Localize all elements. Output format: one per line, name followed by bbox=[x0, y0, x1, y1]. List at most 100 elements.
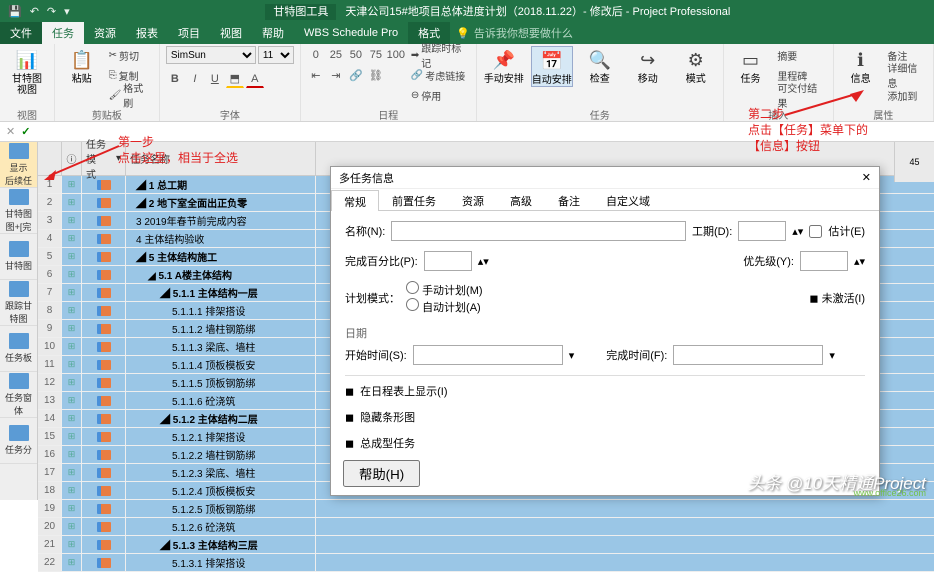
name-field[interactable] bbox=[391, 221, 686, 241]
inactive-indicator[interactable]: ◼ 未激活(I) bbox=[809, 290, 865, 306]
quick-access-toolbar: 💾 ↶ ↷ ▾ bbox=[8, 5, 70, 18]
tab-project[interactable]: 项目 bbox=[168, 22, 210, 44]
qat-more-icon[interactable]: ▾ bbox=[64, 5, 70, 18]
outdent-button[interactable]: ⇤ bbox=[307, 66, 325, 84]
annotation-step1: 第一步点击这里，相当于全选 bbox=[118, 134, 238, 166]
task-row[interactable]: 22⊞5.1.3.1 排架搭设 bbox=[38, 554, 934, 572]
show-timeline-checkbox[interactable]: ◼ bbox=[345, 385, 354, 398]
manual-schedule-button[interactable]: 📌手动安排 bbox=[483, 46, 525, 85]
view-bar-item[interactable]: 跟踪甘 特图 bbox=[0, 280, 37, 326]
tell-me-search[interactable]: 💡 告诉我你想要做什么 bbox=[456, 22, 573, 44]
move-button[interactable]: ↪移动 bbox=[627, 46, 669, 85]
start-dropdown-icon[interactable]: ▾ bbox=[569, 349, 575, 362]
dialog-title: 多任务信息 bbox=[339, 170, 394, 186]
information-button[interactable]: ℹ信息 bbox=[840, 46, 882, 85]
confirm-icon[interactable]: ✓ bbox=[21, 125, 30, 138]
dtab-custom[interactable]: 自定义域 bbox=[593, 189, 663, 210]
view-bar-item[interactable]: 显示 后续任 bbox=[0, 142, 37, 188]
unlink-button[interactable]: ⛓ bbox=[367, 66, 385, 84]
start-field[interactable] bbox=[413, 345, 563, 365]
tab-task[interactable]: 任务 bbox=[42, 22, 84, 44]
format-painter-button[interactable]: 🖌 格式刷 bbox=[109, 86, 153, 104]
view-bar-item[interactable]: 任务窗 体 bbox=[0, 372, 37, 418]
dtab-notes[interactable]: 备注 bbox=[545, 189, 593, 210]
pct75-button[interactable]: 75 bbox=[367, 46, 385, 64]
name-label: 名称(N): bbox=[345, 223, 385, 239]
gantt-view-button[interactable]: 📊甘特图 视图 bbox=[6, 46, 48, 96]
dtab-predecessors[interactable]: 前置任务 bbox=[379, 189, 449, 210]
tab-report[interactable]: 报表 bbox=[126, 22, 168, 44]
summary-button[interactable]: 摘要 bbox=[777, 46, 827, 64]
pct25-button[interactable]: 25 bbox=[327, 46, 345, 64]
inactivate-button[interactable]: ⊖ 停用 bbox=[411, 86, 470, 104]
task-row[interactable]: 19⊞5.1.2.5 顶板钢筋绑 bbox=[38, 500, 934, 518]
duration-spinner[interactable]: ▴▾ bbox=[792, 225, 803, 238]
tab-view[interactable]: 视图 bbox=[210, 22, 252, 44]
pct0-button[interactable]: 0 bbox=[307, 46, 325, 64]
contextual-tool-label: 甘特图工具 bbox=[265, 4, 336, 20]
watermark-url: www.office26.com bbox=[854, 488, 926, 498]
dtab-advanced[interactable]: 高级 bbox=[497, 189, 545, 210]
group-label-view: 视图 bbox=[6, 107, 48, 121]
mark-ontrack-button[interactable]: ➡ 跟踪时标记 bbox=[411, 46, 470, 64]
underline-button[interactable]: U bbox=[206, 70, 224, 88]
bold-button[interactable]: B bbox=[166, 70, 184, 88]
cut-button[interactable]: ✂ 剪切 bbox=[109, 46, 153, 64]
paste-button[interactable]: 📋粘贴 bbox=[61, 46, 103, 85]
tab-file[interactable]: 文件 bbox=[0, 22, 42, 44]
dtab-resources[interactable]: 资源 bbox=[449, 189, 497, 210]
undo-icon[interactable]: ↶ bbox=[30, 5, 39, 18]
titlebar: 💾 ↶ ↷ ▾ 甘特图工具 天津公司15#地项目总体进度计划（2018.11.2… bbox=[0, 0, 934, 22]
pct100-button[interactable]: 100 bbox=[387, 46, 405, 64]
fill-color-button[interactable]: ⬒ bbox=[226, 70, 244, 88]
auto-schedule-button[interactable]: 📅自动安排 bbox=[531, 46, 573, 87]
cancel-icon[interactable]: ✕ bbox=[6, 125, 15, 138]
auto-radio[interactable] bbox=[406, 298, 419, 311]
respect-links-button[interactable]: 🔗 考虑链接 bbox=[411, 66, 470, 84]
finish-label: 完成时间(F): bbox=[606, 347, 667, 363]
add-to-timeline-button[interactable]: 添加到 bbox=[887, 86, 927, 104]
pct-spinner[interactable]: ▴▾ bbox=[478, 255, 489, 268]
estimate-checkbox[interactable] bbox=[809, 225, 822, 238]
task-row[interactable]: 21⊞◢ 5.1.3 主体结构三层 bbox=[38, 536, 934, 554]
dialog-tabs: 常规 前置任务 资源 高级 备注 自定义域 bbox=[331, 189, 879, 211]
close-icon[interactable]: ✕ bbox=[862, 171, 871, 184]
tab-wbs[interactable]: WBS Schedule Pro bbox=[294, 22, 408, 44]
redo-icon[interactable]: ↷ bbox=[47, 5, 56, 18]
inspect-button[interactable]: 🔍检查 bbox=[579, 46, 621, 85]
pct-field[interactable] bbox=[424, 251, 472, 271]
manual-radio[interactable] bbox=[406, 281, 419, 294]
priority-spinner[interactable]: ▴▾ bbox=[854, 255, 865, 268]
priority-field[interactable] bbox=[800, 251, 848, 271]
tab-resource[interactable]: 资源 bbox=[84, 22, 126, 44]
pct50-button[interactable]: 50 bbox=[347, 46, 365, 64]
save-icon[interactable]: 💾 bbox=[8, 5, 22, 18]
view-bar-item[interactable]: 任务板 bbox=[0, 326, 37, 372]
hide-bar-checkbox[interactable]: ◼ bbox=[345, 411, 354, 424]
multi-task-info-dialog: 多任务信息 ✕ 常规 前置任务 资源 高级 备注 自定义域 名称(N): 工期(… bbox=[330, 166, 880, 496]
italic-button[interactable]: I bbox=[186, 70, 204, 88]
view-bar-item[interactable]: 甘特图 bbox=[0, 234, 37, 280]
insert-task-button[interactable]: ▭任务 bbox=[730, 46, 772, 85]
task-row[interactable]: 20⊞5.1.2.6 砼浇筑 bbox=[38, 518, 934, 536]
auto-icon: 📅 bbox=[540, 49, 564, 73]
font-color-button[interactable]: A bbox=[246, 70, 264, 88]
duration-field[interactable] bbox=[738, 221, 786, 241]
tab-help[interactable]: 帮助 bbox=[252, 22, 294, 44]
document-title: 天津公司15#地项目总体进度计划（2018.11.22）- 修改后 - Proj… bbox=[345, 6, 730, 18]
indent-button[interactable]: ⇥ bbox=[327, 66, 345, 84]
help-button[interactable]: 帮助(H) bbox=[343, 460, 420, 487]
font-size-select[interactable]: 11 bbox=[258, 46, 294, 64]
mode-button[interactable]: ⚙模式 bbox=[675, 46, 717, 85]
view-bar-item[interactable]: 任务分 bbox=[0, 418, 37, 464]
start-label: 开始时间(S): bbox=[345, 347, 407, 363]
dtab-general[interactable]: 常规 bbox=[331, 190, 379, 211]
mode-icon: ⚙ bbox=[684, 48, 708, 72]
link-button[interactable]: 🔗 bbox=[347, 66, 365, 84]
view-bar-item[interactable]: 甘特图 图+[完 bbox=[0, 188, 37, 234]
details-button[interactable]: 详细信息 bbox=[887, 66, 927, 84]
rollup-checkbox[interactable]: ◼ bbox=[345, 437, 354, 450]
font-name-select[interactable]: SimSun bbox=[166, 46, 256, 64]
finish-dropdown-icon[interactable]: ▾ bbox=[829, 349, 835, 362]
finish-field[interactable] bbox=[673, 345, 823, 365]
